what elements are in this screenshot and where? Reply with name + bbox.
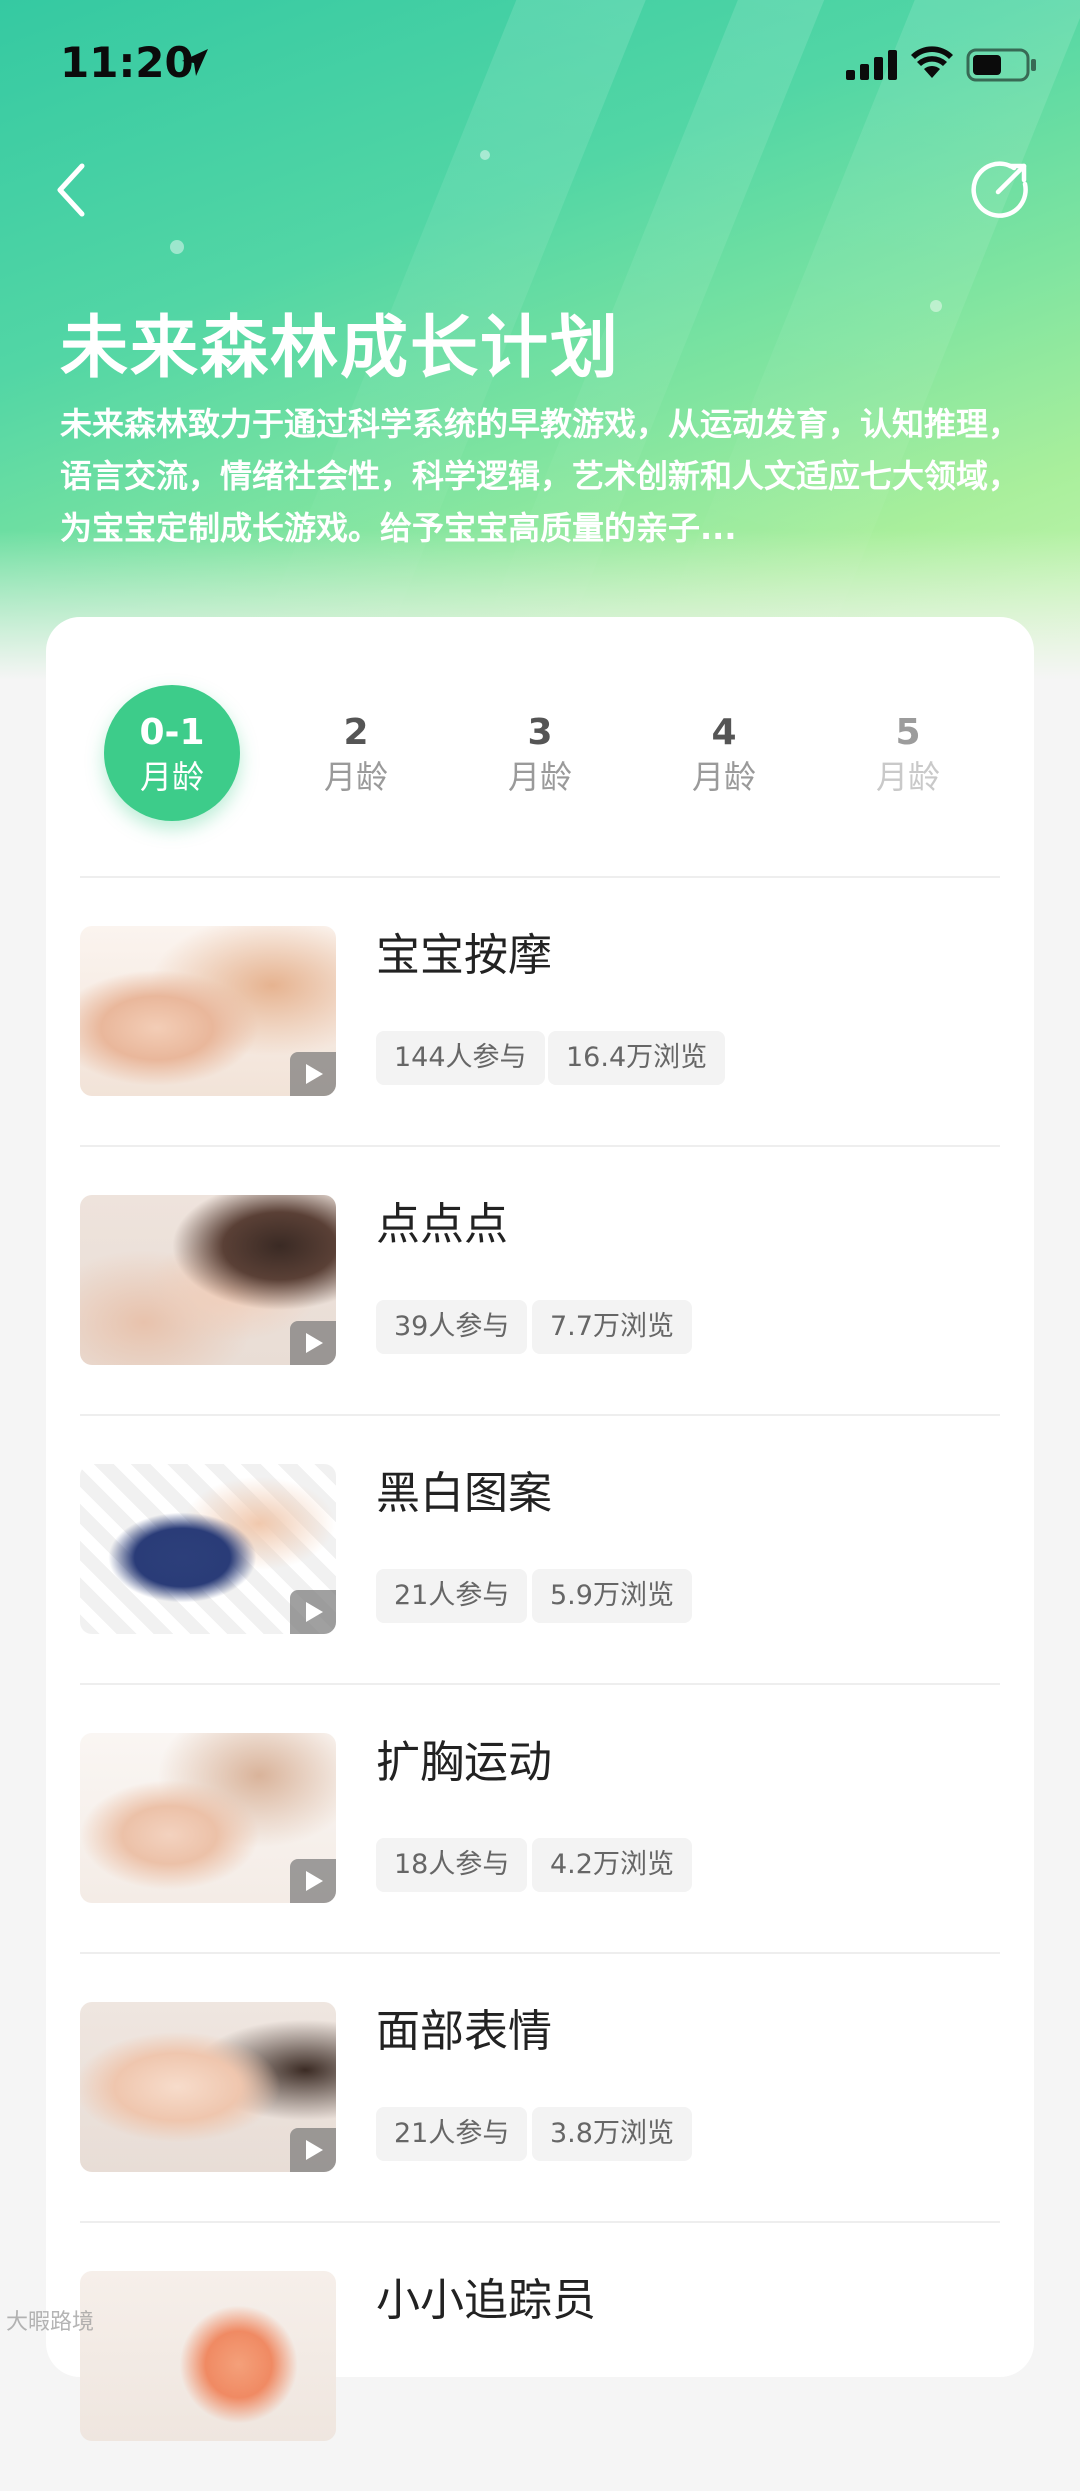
play-badge [290,2128,336,2172]
play-badge [290,1590,336,1634]
play-icon [306,2140,323,2160]
tab-unit: 月龄 [139,758,204,796]
play-badge [290,1859,336,1903]
back-button[interactable] [48,160,98,220]
wifi-icon [911,46,953,78]
video-thumbnail [80,926,336,1096]
tab-age-3[interactable]: 3 月龄 [472,685,608,821]
list-item[interactable]: 扩胸运动 18人参与 4.2万浏览 [80,1685,1000,1953]
tab-unit: 月龄 [691,758,756,796]
list-item[interactable]: 面部表情 21人参与 3.8万浏览 [80,1954,1000,2222]
participants-tag: 18人参与 [376,1838,528,1892]
views-tag: 4.2万浏览 [532,1838,692,1892]
watermark: 大暇路境 [6,2310,95,2335]
status-time: 11:20 [60,38,194,87]
tab-number: 2 [343,712,369,753]
tab-number: 5 [895,712,921,753]
tab-unit: 月龄 [875,758,940,796]
views-tag: 7.7万浏览 [532,1300,692,1354]
participants-tag: 21人参与 [376,1569,528,1623]
play-icon [306,1602,323,1622]
item-title: 扩胸运动 [376,1737,552,1788]
tab-age-4[interactable]: 4 月龄 [656,685,792,821]
decor-dot [480,150,490,160]
share-button[interactable] [968,158,1032,222]
play-icon [306,1064,323,1084]
battery-icon [966,48,1036,82]
signal-icon [846,50,897,80]
share-icon [971,161,1028,218]
video-thumbnail [80,2271,336,2441]
tab-age-5[interactable]: 5 月龄 [840,685,976,821]
list-item[interactable]: 点点点 39人参与 7.7万浏览 [80,1147,1000,1415]
play-icon [306,1333,323,1353]
video-thumbnail [80,1733,336,1903]
video-thumbnail [80,2002,336,2172]
video-thumbnail [80,1464,336,1634]
views-tag: 5.9万浏览 [532,1569,692,1623]
play-badge [290,1052,336,1096]
content-card: 0-1 月龄 2 月龄 3 月龄 4 月龄 5 月龄 宝宝按摩 144人参与 1… [46,617,1034,2441]
participants-tag: 39人参与 [376,1300,528,1354]
list-item[interactable]: 黑白图案 21人参与 5.9万浏览 [80,1416,1000,1684]
chevron-left-icon [57,163,85,217]
tab-age-0-1[interactable]: 0-1 月龄 [104,685,240,821]
list-item[interactable]: 小小追踪员 [80,2223,1000,2491]
tab-unit: 月龄 [323,758,388,796]
page-title: 未来森林成长计划 [60,309,621,388]
status-bar: 11:20 [0,0,1080,130]
page-description: 未来森林致力于通过科学系统的早教游戏，从运动发育，认知推理，语言交流，情绪社会性… [60,405,1020,547]
item-title: 点点点 [376,1199,508,1250]
tab-number: 0-1 [139,712,205,753]
decor-dot [930,300,942,312]
participants-tag: 144人参与 [376,1031,545,1085]
list-item[interactable]: 宝宝按摩 144人参与 16.4万浏览 [80,878,1000,1146]
item-title: 宝宝按摩 [376,930,552,981]
item-title: 面部表情 [376,2006,552,2057]
tab-number: 3 [527,712,553,753]
decor-dot [170,240,184,254]
tab-number: 4 [711,712,737,753]
tab-age-2[interactable]: 2 月龄 [288,685,424,821]
views-tag: 3.8万浏览 [532,2107,692,2161]
participants-tag: 21人参与 [376,2107,528,2161]
views-tag: 16.4万浏览 [548,1031,726,1085]
video-thumbnail [80,1195,336,1365]
item-title: 黑白图案 [376,1468,552,1519]
age-tab-bar: 0-1 月龄 2 月龄 3 月龄 4 月龄 5 月龄 [80,685,1000,825]
tab-unit: 月龄 [507,758,572,796]
item-title: 小小追踪员 [376,2275,596,2326]
play-badge [290,1321,336,1365]
location-arrow-icon [182,49,208,76]
play-icon [306,1871,323,1891]
